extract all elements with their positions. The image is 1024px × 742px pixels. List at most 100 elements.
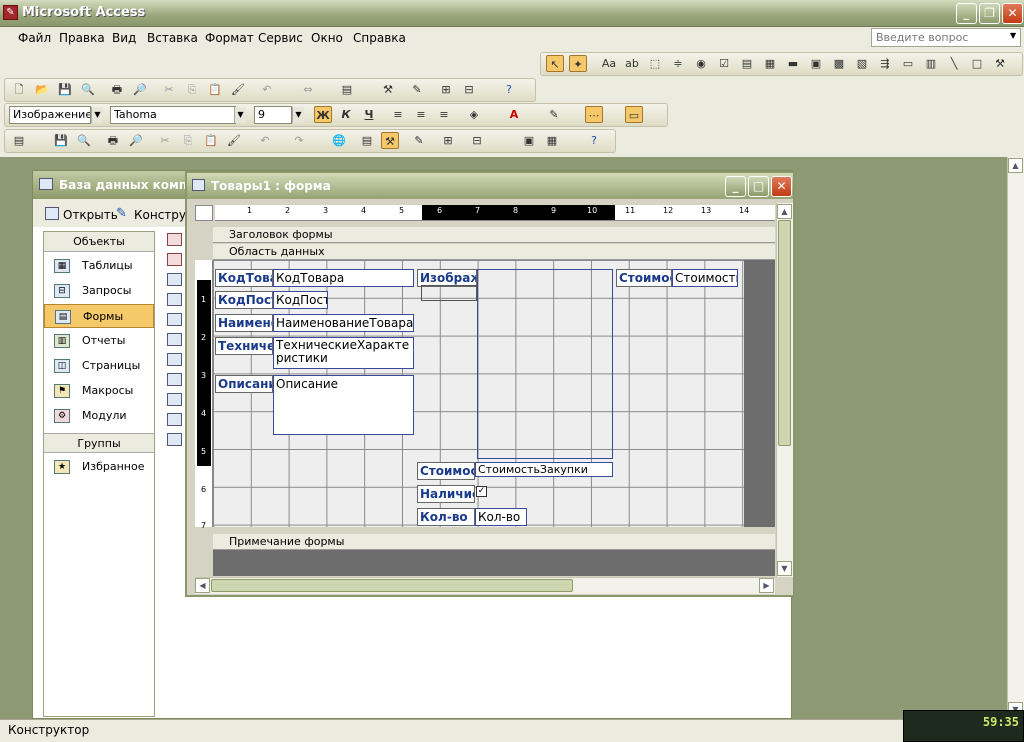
- groups-favorites[interactable]: ★ Избранное: [44, 455, 154, 479]
- unbound-object-icon[interactable]: ▩: [830, 55, 848, 72]
- design-icon[interactable]: ✎: [116, 206, 127, 221]
- field-kod[interactable]: КодТовара: [273, 269, 414, 287]
- view-icon[interactable]: ▤: [10, 132, 28, 149]
- field-tech[interactable]: ТехническиеХарактеристики: [273, 337, 414, 369]
- bound-object-icon[interactable]: ▧: [853, 55, 871, 72]
- groups-header[interactable]: Группы: [44, 433, 154, 453]
- field-qty[interactable]: Кол-во: [475, 508, 527, 526]
- objects-modules[interactable]: ⚙ Модули: [44, 404, 154, 428]
- list-item-icon[interactable]: [167, 313, 182, 326]
- list-item-icon[interactable]: [167, 373, 182, 386]
- image-tool-icon[interactable]: ▣: [807, 55, 825, 72]
- list-item-icon[interactable]: [167, 293, 182, 306]
- form-maximize-icon[interactable]: □: [748, 176, 769, 197]
- menu-help[interactable]: Справка: [353, 31, 406, 45]
- radio-tool-icon[interactable]: ◉: [692, 55, 710, 72]
- db-window-icon[interactable]: ▣: [520, 132, 538, 149]
- new-icon[interactable]: 🗋: [10, 81, 28, 98]
- font-dropdown-icon[interactable]: ▼: [234, 107, 246, 123]
- special-effect-icon[interactable]: ▭: [625, 106, 643, 123]
- label-tool-icon[interactable]: Aa: [600, 55, 618, 72]
- rectangle-tool-icon[interactable]: □: [968, 55, 986, 72]
- autoformat-icon[interactable]: ✎: [408, 81, 426, 98]
- field-cost2[interactable]: СтоимостьЗакупки: [475, 462, 613, 477]
- label-name[interactable]: Наимено: [215, 314, 273, 332]
- print-db-icon[interactable]: 🖶: [104, 132, 122, 149]
- form-footer-section[interactable]: Примечание формы: [213, 534, 775, 550]
- toolbox-db-icon[interactable]: ⚒: [381, 132, 399, 149]
- more-controls-icon[interactable]: ⚒: [991, 55, 1009, 72]
- field-desc[interactable]: Описание: [273, 375, 414, 435]
- minimize-icon[interactable]: _: [956, 3, 977, 24]
- properties-db-icon[interactable]: ⊟: [468, 132, 486, 149]
- new-object-icon[interactable]: ▦: [543, 132, 561, 149]
- fill-color-icon[interactable]: ◈: [465, 106, 483, 123]
- copy-icon[interactable]: ⎘: [183, 81, 201, 98]
- line-color-icon[interactable]: ✎: [545, 106, 563, 123]
- group-tool-icon[interactable]: ⬚: [646, 55, 664, 72]
- menu-format[interactable]: Формат: [205, 31, 254, 45]
- select-pointer-icon[interactable]: ↖: [546, 55, 564, 72]
- form-scroll-left-icon[interactable]: ◀: [195, 578, 210, 593]
- field-list-icon[interactable]: ▤: [338, 81, 356, 98]
- format-painter-icon[interactable]: 🖌: [229, 81, 247, 98]
- form-header-section[interactable]: Заголовок формы: [213, 227, 775, 243]
- scroll-up-icon[interactable]: ▲: [1008, 158, 1023, 173]
- ruler-corner[interactable]: [195, 205, 213, 221]
- field-list-db-icon[interactable]: ▤: [358, 132, 376, 149]
- subform-icon[interactable]: ▥: [922, 55, 940, 72]
- help-search-input[interactable]: Введите вопрос: [871, 28, 1021, 47]
- label-cost2[interactable]: Стоимос: [417, 462, 475, 480]
- label-tech[interactable]: Техничес: [215, 337, 273, 355]
- open-button[interactable]: Открыть: [63, 208, 118, 222]
- textbox-tool-icon[interactable]: ab: [623, 55, 641, 72]
- form-scroll-down-icon[interactable]: ▼: [777, 561, 792, 576]
- undo-icon[interactable]: ↶: [258, 81, 276, 98]
- align-left-icon[interactable]: ≡: [389, 106, 407, 123]
- code-db-icon[interactable]: ⊞: [439, 132, 457, 149]
- list-item-icon[interactable]: [167, 333, 182, 346]
- line-width-icon[interactable]: ⋯: [585, 106, 603, 123]
- properties-icon[interactable]: ⊟: [460, 81, 478, 98]
- insert-hyperlink-icon[interactable]: ⇔: [299, 81, 317, 98]
- objects-queries[interactable]: ⊟ Запросы: [44, 279, 154, 303]
- line-tool-icon[interactable]: ╲: [945, 55, 963, 72]
- align-center-icon[interactable]: ≡: [412, 106, 430, 123]
- list-item-icon[interactable]: [167, 353, 182, 366]
- label-qty[interactable]: Кол-во: [417, 508, 475, 526]
- copy-db-icon[interactable]: ⎘: [179, 132, 197, 149]
- workspace-scrollbar[interactable]: [1007, 157, 1024, 719]
- form-vscroll-thumb[interactable]: [778, 220, 791, 446]
- restore-icon[interactable]: ❐: [979, 3, 1000, 24]
- label-desc[interactable]: Описани: [215, 375, 273, 393]
- print-icon[interactable]: 🖶: [108, 81, 126, 98]
- bold-button[interactable]: Ж: [314, 106, 332, 123]
- align-right-icon[interactable]: ≡: [435, 106, 453, 123]
- objects-reports[interactable]: ▥ Отчеты: [44, 329, 154, 353]
- italic-button[interactable]: К: [337, 106, 355, 123]
- globe-icon[interactable]: 🌐: [330, 132, 348, 149]
- label-kod[interactable]: КодТова: [215, 269, 273, 287]
- size-select[interactable]: 9: [254, 106, 292, 124]
- close-icon[interactable]: ✕: [1002, 3, 1023, 24]
- combo-tool-icon[interactable]: ▤: [738, 55, 756, 72]
- size-dropdown-icon[interactable]: ▼: [292, 107, 304, 123]
- menu-edit[interactable]: Правка: [59, 31, 105, 45]
- menu-window[interactable]: Окно: [311, 31, 343, 45]
- save-db-icon[interactable]: 💾: [52, 132, 70, 149]
- checkbox-tool-icon[interactable]: ☑: [715, 55, 733, 72]
- open-icon[interactable]: [45, 207, 59, 220]
- list-tool-icon[interactable]: ▦: [761, 55, 779, 72]
- code-icon[interactable]: ⊞: [437, 81, 455, 98]
- preview-db-icon[interactable]: 🔎: [127, 132, 145, 149]
- field-kodpost[interactable]: КодПост.: [273, 291, 328, 309]
- field-name[interactable]: НаименованиеТовара: [273, 314, 414, 332]
- page-break-icon[interactable]: ⇶: [876, 55, 894, 72]
- redo-db-icon[interactable]: ↷: [290, 132, 308, 149]
- list-item-icon[interactable]: [167, 233, 182, 246]
- painter-db-icon[interactable]: 🖌: [225, 132, 243, 149]
- file-search-icon[interactable]: 🔍: [79, 81, 97, 98]
- objects-header[interactable]: Объекты: [44, 232, 154, 252]
- menu-file[interactable]: Файл: [18, 31, 51, 45]
- underline-button[interactable]: Ч: [360, 106, 378, 123]
